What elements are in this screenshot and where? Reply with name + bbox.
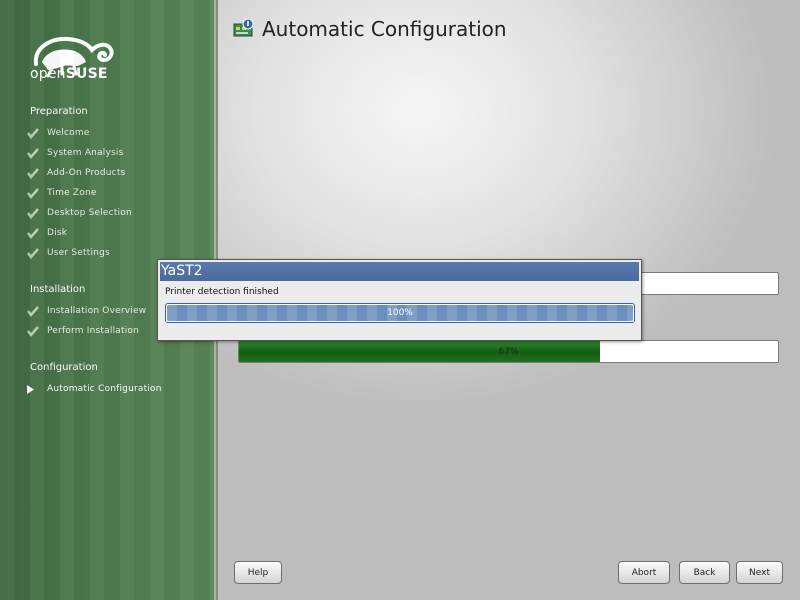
current-step-arrow-icon: [26, 383, 40, 395]
step-perform-installation: Perform Installation: [26, 323, 139, 339]
page-title: Automatic Configuration: [262, 17, 507, 41]
checkmark-icon: [27, 306, 39, 317]
section-title-configuration: Configuration: [30, 362, 98, 373]
step-add-on-products: Add-On Products: [26, 165, 125, 181]
dialog-title: YaST2: [161, 263, 203, 279]
step-welcome: Welcome: [26, 125, 90, 141]
yast2-progress-dialog: YaST2 Printer detection finished 100%: [157, 259, 642, 341]
dialog-progress-bar: 100%: [165, 303, 635, 323]
step-label: User Settings: [47, 248, 110, 258]
step-label: Add-On Products: [47, 168, 126, 178]
next-button-label: Next: [749, 567, 770, 578]
step-label: Perform Installation: [47, 326, 140, 336]
checkmark-icon: [27, 168, 39, 179]
step-installation-overview: Installation Overview: [26, 303, 146, 319]
back-button[interactable]: Back: [679, 561, 730, 584]
network-config-icon: [233, 18, 254, 37]
abort-button[interactable]: Abort: [618, 561, 670, 584]
section-title-installation: Installation: [30, 284, 86, 295]
checkmark-icon: [27, 208, 39, 219]
overall-progress-label: 67%: [498, 346, 519, 357]
brand-suse: SUSE: [65, 66, 108, 82]
checkmark-icon: [27, 228, 39, 239]
opensuse-wordmark: openSUSE: [30, 66, 108, 82]
step-system-analysis: System Analysis: [26, 145, 124, 161]
checkmark-icon: [27, 248, 39, 259]
dialog-progress-label: 100%: [387, 308, 413, 318]
checkmark-icon: [27, 188, 39, 199]
step-label: Installation Overview: [47, 306, 147, 316]
step-disk: Disk: [26, 225, 67, 241]
step-user-settings: User Settings: [26, 245, 110, 261]
step-automatic-configuration: Automatic Configuration: [26, 381, 162, 397]
checkmark-icon: [27, 148, 39, 159]
section-title-preparation: Preparation: [30, 106, 88, 117]
step-label: Automatic Configuration: [47, 384, 162, 394]
brand-open: open: [30, 66, 66, 82]
help-button[interactable]: Help: [234, 561, 282, 584]
step-label: System Analysis: [47, 148, 124, 158]
back-button-label: Back: [693, 567, 716, 578]
abort-button-label: Abort: [631, 567, 657, 578]
step-time-zone: Time Zone: [26, 185, 97, 201]
dialog-titlebar[interactable]: YaST2: [160, 262, 639, 281]
overall-progress-bar: 67%: [238, 340, 779, 363]
step-label: Desktop Selection: [47, 208, 132, 218]
next-button[interactable]: Next: [736, 561, 783, 584]
step-label: Welcome: [47, 128, 90, 138]
step-desktop-selection: Desktop Selection: [26, 205, 132, 221]
help-button-label: Help: [247, 567, 269, 578]
checkmark-icon: [27, 128, 39, 139]
step-label: Time Zone: [47, 188, 97, 198]
step-label: Disk: [47, 228, 68, 238]
checkmark-icon: [27, 326, 39, 337]
dialog-message: Printer detection finished: [165, 287, 279, 297]
